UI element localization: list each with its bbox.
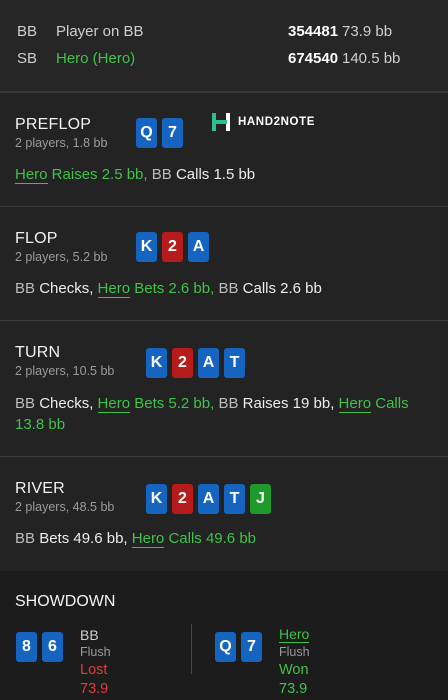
action-text: BB [15, 530, 40, 547]
showdown-result: Lost 73.9 bb [80, 662, 109, 697]
street-actions: BB Checks, Hero Bets 2.6 bb, BB Calls 2.… [15, 278, 434, 299]
hero-link[interactable]: Hero [131, 530, 165, 548]
hand2note-logo-text: HAND2NOTE [238, 116, 315, 128]
playing-card: 2 [172, 484, 193, 514]
action-text: BB [15, 280, 40, 297]
showdown-hand-rank: Flush [80, 645, 111, 659]
action-text: BB [147, 166, 176, 183]
street-river: RIVER 2 players, 48.5 bb K2ATJ BB Bets 4… [0, 456, 448, 571]
player-row-sb: SB Hero (Hero) 674540 140.5 bb [17, 45, 448, 72]
board-cards: K2AT [146, 348, 245, 378]
board-cards: K2A [136, 232, 209, 262]
action-text: BB [214, 280, 243, 297]
action-text: Checks, [39, 280, 98, 297]
showdown-title: SHOWDOWN [15, 593, 116, 610]
player-stack-bb: 140.5 bb [342, 50, 401, 67]
hero-name[interactable]: Hero (Hero) [56, 50, 288, 67]
player-name[interactable]: Player on BB [56, 23, 288, 40]
playing-card: K [136, 232, 157, 262]
players-panel: BB Player on BB 354481 73.9 bb SB Hero (… [0, 0, 448, 92]
hero-link[interactable]: Hero [15, 166, 48, 184]
showdown-hero-name[interactable]: Hero [279, 626, 310, 643]
player-row-bb: BB Player on BB 354481 73.9 bb [17, 18, 448, 45]
showdown-divider [191, 624, 192, 674]
street-title: PREFLOP [15, 116, 92, 133]
showdown-info: Hero Flush Won 73.9 bb [279, 626, 310, 700]
playing-card: A [188, 232, 209, 262]
player-stack: 674540 [288, 50, 339, 67]
showdown-panel: SHOWDOWN 86 BB Flush Lost 73.9 bb Q7 Her… [0, 571, 448, 700]
action-text: Checks, [39, 395, 98, 412]
street-subtitle: 2 players, 48.5 bb [15, 500, 115, 514]
playing-card: Q [136, 118, 157, 148]
playing-card: 2 [162, 232, 183, 262]
playing-card: 8 [16, 632, 37, 662]
playing-card: 2 [172, 348, 193, 378]
street-title: RIVER [15, 480, 65, 497]
street-preflop: PREFLOP 2 players, 1.8 bb Q7 HAND2NOTE H… [0, 92, 448, 206]
playing-card: T [224, 348, 245, 378]
board-cards: K2ATJ [146, 484, 271, 514]
player-position: SB [17, 50, 38, 67]
street-flop: FLOP 2 players, 5.2 bb K2A BB Checks, He… [0, 206, 448, 320]
showdown-cards: Q7 [215, 632, 262, 662]
action-text: Bets 49.6 bb, [39, 530, 132, 547]
hole-cards: Q7 [136, 118, 183, 148]
street-actions: BB Bets 49.6 bb, Hero Calls 49.6 bb [15, 528, 434, 549]
action-text: BB [214, 395, 243, 412]
hero-link[interactable]: Hero [97, 395, 131, 413]
playing-card: A [198, 348, 219, 378]
showdown-info: BB Flush Lost 73.9 bb [80, 626, 111, 700]
playing-card: Q [215, 632, 236, 662]
showdown-hand-rank: Flush [279, 645, 310, 659]
action-text: BB [15, 395, 40, 412]
playing-card: A [198, 484, 219, 514]
playing-card: J [250, 484, 271, 514]
action-text: Calls 2.6 bb [242, 280, 322, 297]
playing-card: 7 [241, 632, 262, 662]
street-turn: TURN 2 players, 10.5 bb K2AT BB Checks, … [0, 320, 448, 456]
hand2note-logo: HAND2NOTE [210, 111, 315, 133]
player-stack: 354481 [288, 23, 339, 40]
street-subtitle: 2 players, 1.8 bb [15, 136, 108, 150]
action-text: Calls 1.5 bb [175, 166, 256, 183]
playing-card: 7 [162, 118, 183, 148]
street-actions: Hero Raises 2.5 bb, BB Calls 1.5 bb [15, 164, 434, 185]
player-stack-bb: 73.9 bb [342, 23, 393, 40]
action-text: Calls 49.6 bb [164, 530, 257, 547]
street-actions: BB Checks, Hero Bets 5.2 bb, BB Raises 1… [15, 393, 434, 435]
street-subtitle: 2 players, 5.2 bb [15, 250, 108, 264]
street-title: FLOP [15, 230, 58, 247]
hand2note-logo-icon [212, 113, 230, 131]
playing-card: K [146, 484, 167, 514]
showdown-result: Won 73.9 bb [279, 662, 309, 697]
action-text: Raises 19 bb, [242, 395, 339, 412]
hero-link[interactable]: Hero [97, 280, 131, 298]
action-text: Raises 2.5 bb, [47, 166, 148, 183]
playing-card: K [146, 348, 167, 378]
playing-card: T [224, 484, 245, 514]
showdown-cards: 86 [16, 632, 63, 662]
player-position: BB [17, 23, 38, 40]
playing-card: 6 [42, 632, 63, 662]
street-title: TURN [15, 344, 61, 361]
action-text: Bets 5.2 bb, [130, 395, 215, 412]
showdown-player-name[interactable]: BB [80, 626, 111, 644]
hero-link[interactable]: Hero [338, 395, 372, 413]
action-text: Bets 2.6 bb, [130, 280, 215, 297]
street-subtitle: 2 players, 10.5 bb [15, 364, 115, 378]
